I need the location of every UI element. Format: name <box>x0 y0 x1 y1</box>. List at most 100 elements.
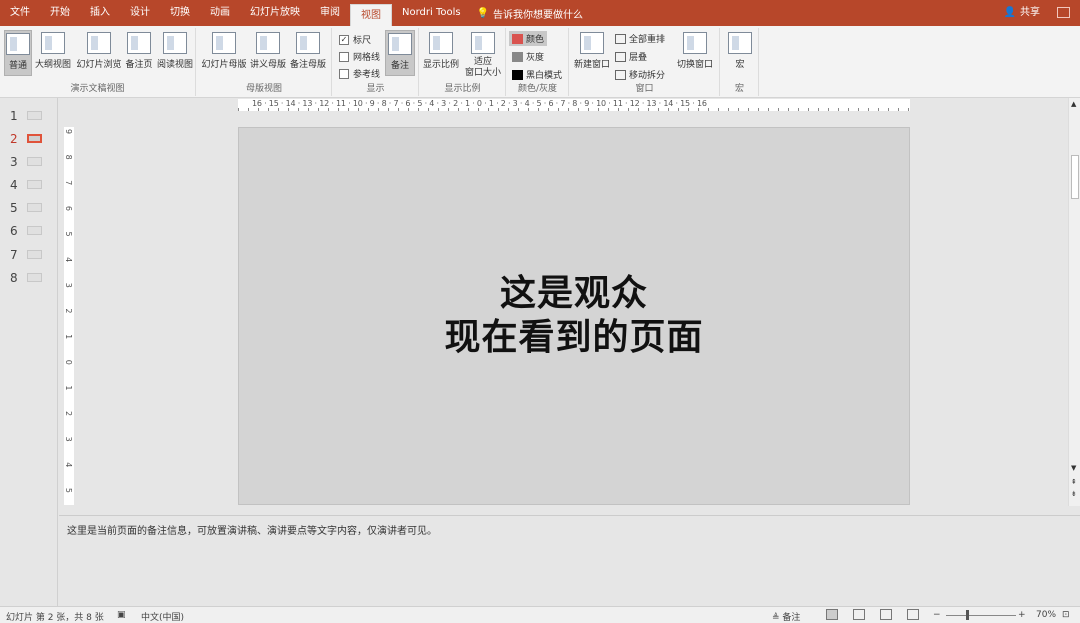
slide-number: 4 <box>10 178 18 192</box>
move-split-button[interactable]: 移动拆分 <box>615 68 665 81</box>
slide-thumb-8[interactable]: 8 <box>0 268 58 288</box>
notes-text[interactable]: 这里是当前页面的备注信息，可放置演讲稿、演讲要点等文字内容，仅演讲者可见。 <box>67 526 437 537</box>
tab-animations[interactable]: 动画 <box>200 0 240 26</box>
share-label: 共享 <box>1020 7 1040 18</box>
fit-slide-icon[interactable]: ⊡ <box>1062 610 1070 620</box>
guides-check-box <box>339 68 349 79</box>
tab-transitions[interactable]: 切换 <box>160 0 200 26</box>
outline-view-label: 大纲视图 <box>35 60 72 70</box>
scroll-down-arrow-icon[interactable]: ▼ <box>1071 464 1076 472</box>
slide-thumb-6[interactable]: 6 <box>0 221 58 241</box>
spell-check-icon[interactable]: ▣ <box>117 610 126 620</box>
tab-review[interactable]: 审阅 <box>310 0 350 26</box>
switch-window-button[interactable]: 切换窗口 <box>674 30 716 70</box>
tab-slideshow[interactable]: 幻灯片放映 <box>240 0 310 26</box>
notes-page-button[interactable]: 备注页 <box>124 30 154 70</box>
zoom-group-label: 显示比例 <box>444 84 481 94</box>
tab-file[interactable]: 文件 <box>0 0 40 26</box>
outline-view-icon <box>41 32 65 54</box>
slide-thumbnail-pane: 1 2 3 4 5 6 7 8 <box>0 98 58 606</box>
notes-status-label: 备注 <box>782 613 801 623</box>
slide-thumb-2[interactable]: 2 <box>0 129 58 149</box>
move-split-icon <box>615 69 626 80</box>
scroll-up-arrow-icon[interactable]: ▲ <box>1071 100 1076 108</box>
color-mode-label: 颜色 <box>526 35 545 45</box>
tell-me-box[interactable]: 💡 告诉我你想要做什么 <box>477 6 583 21</box>
reading-view-status-icon[interactable] <box>880 609 892 620</box>
zoom-level[interactable]: 70% <box>1036 610 1056 620</box>
ribbon: 普通 大纲视图 幻灯片浏览 备注页 阅读视图 演示文稿视图 幻灯片母版 讲义母版… <box>0 26 1080 98</box>
slide-thumb-1[interactable]: 1 <box>0 106 58 126</box>
ruler-checkbox[interactable]: ✓ 标尺 <box>339 33 371 46</box>
fit-window-icon <box>471 32 495 54</box>
slide-mini <box>27 111 42 120</box>
reading-view-button[interactable]: 阅读视图 <box>157 30 193 70</box>
group-window: 新建窗口 全部重排 层叠 移动拆分 切换窗口 窗口 <box>570 28 720 96</box>
ruler-label: 标尺 <box>353 36 372 46</box>
zoom-button[interactable]: 显示比例 <box>422 30 460 70</box>
macros-label: 宏 <box>735 60 745 70</box>
slide-thumb-5[interactable]: 5 <box>0 198 58 218</box>
outline-view-button[interactable]: 大纲视图 <box>35 30 71 70</box>
arrange-all-button[interactable]: 全部重排 <box>615 32 665 45</box>
normal-view-status-icon[interactable] <box>826 609 838 620</box>
slide-canvas[interactable]: 这是观众 现在看到的页面 <box>238 127 910 505</box>
tab-home[interactable]: 开始 <box>40 0 80 26</box>
group-master-views: 幻灯片母版 讲义母版 备注母版 母版视图 <box>197 28 332 96</box>
zoom-slider-track[interactable] <box>946 615 1016 616</box>
switch-window-icon <box>683 32 707 54</box>
arrange-all-label: 全部重排 <box>629 35 666 45</box>
gridlines-checkbox[interactable]: 网格线 <box>339 50 380 63</box>
macros-icon <box>728 32 752 54</box>
notes-toggle-button[interactable]: 备注 <box>385 30 415 76</box>
new-window-button[interactable]: 新建窗口 <box>572 30 612 70</box>
share-button[interactable]: 👤 共享 <box>1004 0 1040 26</box>
previous-slide-icon[interactable]: ⇞ <box>1071 478 1077 486</box>
zoom-in-button[interactable]: + <box>1018 610 1026 620</box>
slide-number: 3 <box>10 155 18 169</box>
normal-view-label: 普通 <box>8 61 27 71</box>
slide-number: 2 <box>10 132 18 146</box>
tab-design[interactable]: 设计 <box>120 0 160 26</box>
tab-nordri-tools[interactable]: Nordri Tools <box>392 0 471 26</box>
language-indicator[interactable]: 中文(中国) <box>141 610 184 623</box>
slide-number: 8 <box>10 271 18 285</box>
cascade-button[interactable]: 层叠 <box>615 50 647 63</box>
slide-thumb-4[interactable]: 4 <box>0 175 58 195</box>
comment-icon[interactable] <box>1057 7 1070 18</box>
scroll-thumb[interactable] <box>1071 155 1079 199</box>
fit-window-button[interactable]: 适应 窗口大小 <box>462 30 504 79</box>
slide-thumb-7[interactable]: 7 <box>0 245 58 265</box>
guides-label: 参考线 <box>353 70 381 80</box>
cascade-label: 层叠 <box>629 53 648 63</box>
slide-title-line-1[interactable]: 这是观众 <box>500 272 648 316</box>
tab-insert[interactable]: 插入 <box>80 0 120 26</box>
color-mode-button[interactable]: 颜色 <box>509 31 548 46</box>
normal-view-button[interactable]: 普通 <box>4 30 32 76</box>
slideshow-status-icon[interactable] <box>907 609 919 620</box>
notes-pane[interactable]: 这里是当前页面的备注信息，可放置演讲稿、演讲要点等文字内容，仅演讲者可见。 <box>59 515 1080 606</box>
notes-master-button[interactable]: 备注母版 <box>289 30 327 70</box>
next-slide-icon[interactable]: ⇟ <box>1071 490 1077 498</box>
grayscale-button[interactable]: 灰度 <box>512 50 544 63</box>
slide-mini <box>27 203 42 212</box>
black-white-button[interactable]: 黑白模式 <box>512 68 562 81</box>
slide-thumb-3[interactable]: 3 <box>0 152 58 172</box>
guides-checkbox[interactable]: 参考线 <box>339 67 380 80</box>
zoom-out-button[interactable]: − <box>933 610 941 620</box>
slide-sorter-button[interactable]: 幻灯片浏览 <box>75 30 123 70</box>
handout-master-button[interactable]: 讲义母版 <box>250 30 286 70</box>
slide-sorter-status-icon[interactable] <box>853 609 865 620</box>
slide-master-button[interactable]: 幻灯片母版 <box>201 30 247 70</box>
tab-view[interactable]: 视图 <box>350 4 392 26</box>
zoom-label: 显示比例 <box>422 60 459 70</box>
move-split-label: 移动拆分 <box>629 71 666 81</box>
notes-toggle-label: 备注 <box>390 61 409 71</box>
zoom-slider-knob[interactable] <box>966 610 969 620</box>
master-views-label: 母版视图 <box>245 84 282 94</box>
slide-title-line-2[interactable]: 现在看到的页面 <box>444 316 703 360</box>
notes-status-button[interactable]: ≜ 备注 <box>772 610 800 623</box>
vertical-scrollbar[interactable]: ▲ ▼ ⇞ ⇟ <box>1068 98 1080 506</box>
macros-button[interactable]: 宏 <box>725 30 755 70</box>
slide-mini <box>27 273 42 282</box>
